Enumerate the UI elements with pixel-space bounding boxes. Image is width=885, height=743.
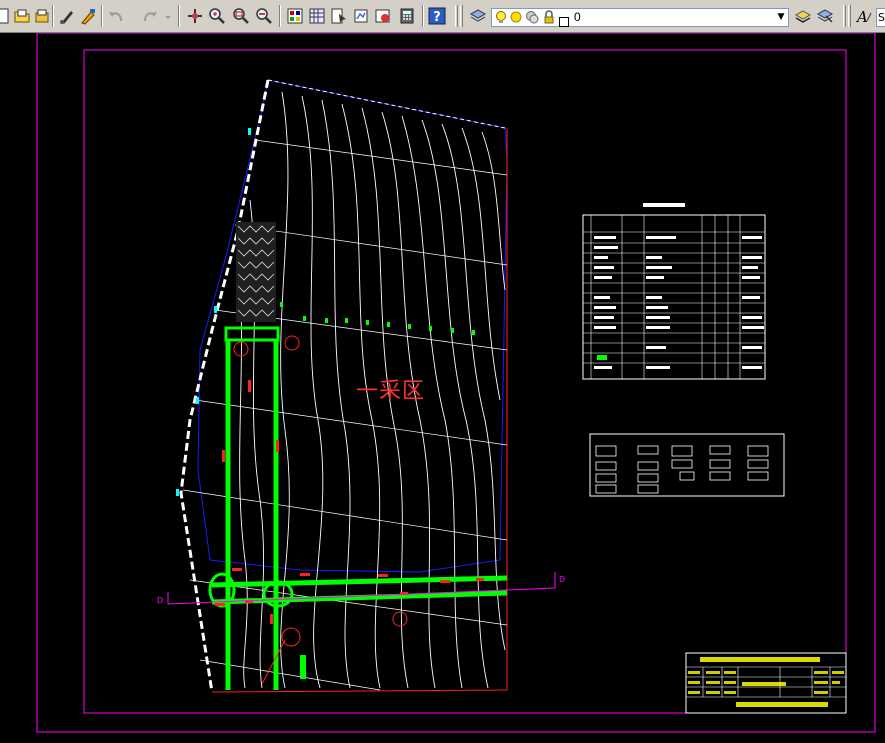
- toolbar: ? 0 ▼ A S: [0, 0, 885, 33]
- plot-brush-icon[interactable]: [58, 7, 76, 25]
- layer-control-dropdown[interactable]: 0 ▼: [491, 8, 789, 27]
- help-icon[interactable]: ?: [428, 7, 446, 25]
- toolbar-separator: [279, 5, 281, 27]
- new-drawing-icon[interactable]: [0, 7, 12, 25]
- section-marker-left: D: [157, 596, 164, 605]
- pan-realtime-icon[interactable]: [186, 7, 204, 25]
- symbol-legend: [589, 433, 785, 497]
- toolbar-grip[interactable]: [848, 5, 851, 27]
- grid-lines: [182, 139, 508, 691]
- text-style-icon[interactable]: A: [855, 7, 873, 26]
- legend-table: [582, 203, 766, 380]
- tool-palettes-icon[interactable]: [330, 7, 348, 25]
- survey-points: [280, 302, 475, 679]
- zoom-previous-icon[interactable]: [255, 7, 273, 25]
- mine-plan-drawing: [36, 33, 876, 733]
- calculator-icon[interactable]: [398, 7, 416, 25]
- design-center-icon[interactable]: [308, 7, 326, 25]
- title-block: [685, 652, 847, 714]
- current-layer-name: 0: [574, 10, 581, 24]
- lightbulb-icon[interactable]: [494, 10, 508, 29]
- toolbar-separator: [52, 5, 54, 27]
- toolbar-separator: [422, 5, 424, 27]
- undo-icon[interactable]: [107, 7, 125, 25]
- svg-text:A: A: [855, 8, 868, 25]
- section-marker-right: D: [559, 575, 566, 584]
- zoom-window-icon[interactable]: [232, 7, 250, 25]
- mining-zone-label: 一采区: [356, 379, 426, 404]
- layer-previous-icon[interactable]: [816, 7, 834, 25]
- toolbar-grip[interactable]: [460, 5, 463, 27]
- sun-icon[interactable]: [509, 10, 523, 29]
- open-folder-icon[interactable]: [13, 7, 31, 25]
- toolbar-separator: [178, 5, 180, 27]
- toolbar-grip[interactable]: [455, 5, 458, 27]
- sheet-set-icon[interactable]: [352, 7, 370, 25]
- text-style-value: S: [878, 11, 885, 24]
- layer-properties-icon[interactable]: [469, 7, 487, 25]
- properties-icon[interactable]: [286, 7, 304, 25]
- match-properties-icon[interactable]: [79, 7, 97, 25]
- redo-dropdown-icon[interactable]: [163, 7, 173, 25]
- chevron-down-icon[interactable]: ▼: [774, 9, 788, 26]
- color-square-icon: [559, 12, 569, 31]
- redo-icon[interactable]: [141, 7, 159, 25]
- sun-lock-icon[interactable]: [525, 10, 539, 29]
- rock-hatch-area: [236, 222, 276, 322]
- text-style-dropdown[interactable]: S: [876, 8, 885, 27]
- save-icon[interactable]: [33, 7, 51, 25]
- red-markers: [215, 380, 484, 624]
- markup-set-icon[interactable]: [374, 7, 392, 25]
- lock-icon[interactable]: [542, 10, 556, 29]
- svg-text:?: ?: [433, 10, 441, 25]
- toolbar-grip[interactable]: [843, 5, 846, 27]
- toolbar-separator: [101, 5, 103, 27]
- zoom-realtime-icon[interactable]: [208, 7, 226, 25]
- make-object-layer-current-icon[interactable]: [794, 7, 812, 25]
- red-boundary-line: [211, 128, 508, 693]
